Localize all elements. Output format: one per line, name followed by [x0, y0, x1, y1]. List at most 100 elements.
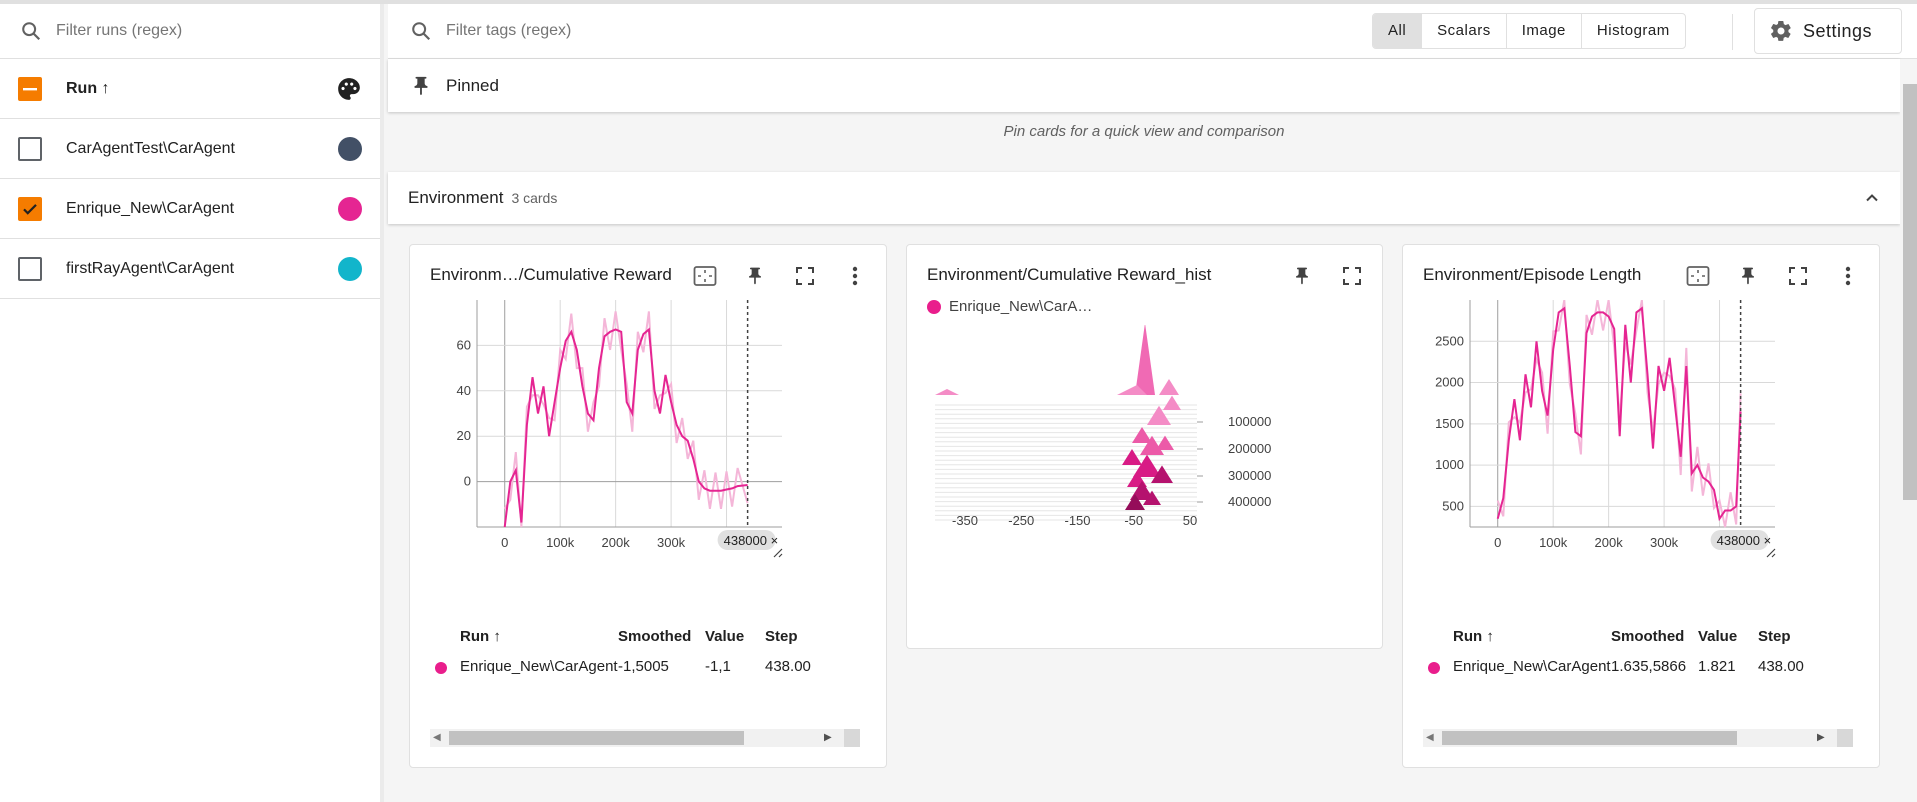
line-chart[interactable]: 0100k200k300k46040200438000 ×	[410, 300, 888, 620]
scroll-right-icon[interactable]: ▶	[1817, 732, 1825, 743]
group-card-count: 3 cards	[511, 190, 558, 206]
run-name: firstRayAgent\CarAgent	[66, 259, 235, 277]
fit-domain-button[interactable]	[680, 261, 730, 291]
group-title: Environment	[408, 188, 504, 207]
x-tick-label: 50	[1183, 513, 1197, 528]
pin-icon	[1296, 267, 1308, 285]
card-toolbar	[1673, 261, 1873, 291]
col-run[interactable]: Run ↑	[1453, 628, 1494, 645]
table-scrollbar[interactable]: ◀ ▶	[430, 729, 860, 747]
scroll-right-icon[interactable]: ▶	[824, 732, 832, 743]
pinned-title: Pinned	[446, 75, 499, 95]
scrollbar-thumb[interactable]	[1442, 731, 1737, 745]
resize-handle[interactable]	[844, 729, 860, 747]
y-tick-label: 1500	[1435, 416, 1464, 431]
y-tick-label: 60	[457, 337, 471, 352]
runs-table-header: Run ↑	[0, 59, 380, 119]
y-tick-label: 2000	[1435, 375, 1464, 390]
scrollbar-thumb[interactable]	[449, 731, 744, 745]
fullscreen-button[interactable]	[1327, 261, 1377, 291]
y-tick-label: 1000	[1435, 457, 1464, 472]
fit-to-domain-icon	[1686, 266, 1710, 286]
x-tick-label: 0	[1494, 535, 1501, 550]
card-toolbar	[680, 261, 880, 291]
step-chip-label: 438000 ×	[724, 533, 779, 548]
run-name: Enrique_New\CarAgent	[66, 199, 235, 217]
x-tick-label: 200k	[602, 535, 631, 550]
run-color-swatch[interactable]	[338, 256, 362, 281]
resize-handle	[1766, 548, 1776, 558]
resize-handle[interactable]	[1837, 729, 1853, 747]
histogram-peak	[1156, 435, 1174, 450]
raw-series-line	[503, 311, 749, 528]
run-row[interactable]: firstRayAgent\CarAgent	[0, 239, 380, 299]
group-header-environment[interactable]: Environment 3 cards	[388, 172, 1900, 224]
filter-scalars-button[interactable]: Scalars	[1421, 14, 1506, 48]
palette-icon[interactable]	[336, 76, 362, 102]
run-column-header[interactable]: Run ↑	[66, 80, 110, 98]
x-tick-label: 100k	[546, 535, 575, 550]
run-color-swatch[interactable]	[338, 196, 362, 221]
col-run[interactable]: Run ↑	[460, 628, 501, 645]
histogram-peak	[935, 389, 959, 395]
run-color-swatch[interactable]	[338, 136, 362, 161]
histogram-peak	[1135, 325, 1155, 395]
select-all-checkbox[interactable]	[18, 76, 42, 101]
pin-card-button[interactable]	[1277, 261, 1327, 291]
line-chart[interactable]: 0100k200k300k42500200015001000500438000 …	[1403, 300, 1881, 620]
more-vert-icon	[852, 266, 858, 286]
col-value: Value	[705, 628, 745, 645]
scroll-left-icon[interactable]: ◀	[433, 732, 441, 743]
cell-step: 438.00	[1758, 658, 1804, 675]
run-checkbox[interactable]	[18, 136, 42, 161]
filter-histogram-button[interactable]: Histogram	[1580, 14, 1685, 48]
scroll-left-icon[interactable]: ◀	[1426, 732, 1434, 743]
gear-icon	[1771, 21, 1791, 41]
histogram-chart[interactable]: -350 -250 -150 -50 50 100000 200000 300000 40000…	[907, 325, 1384, 645]
filter-all-button[interactable]: All	[1373, 14, 1422, 48]
tags-filter[interactable]: Filter tags (regex)	[410, 20, 571, 42]
chevron-up-icon[interactable]	[1862, 188, 1882, 208]
tags-filter-input[interactable]: Filter tags (regex)	[446, 22, 571, 40]
y-tick-label: 500	[1442, 498, 1464, 513]
pin-card-button[interactable]	[730, 261, 780, 291]
table-scrollbar[interactable]: ◀ ▶	[1423, 729, 1853, 747]
run-checkbox[interactable]	[18, 196, 42, 221]
card-title: Environm…/Cumulative Reward	[430, 265, 672, 284]
more-options-button[interactable]	[830, 261, 880, 291]
col-step: Step	[765, 628, 798, 645]
run-row[interactable]: CarAgentTest\CarAgent	[0, 119, 380, 179]
runs-filter[interactable]: Filter runs (regex)	[0, 4, 380, 59]
histogram-legend: Enrique_New\CarA…	[927, 298, 1092, 315]
pin-card-button[interactable]	[1723, 261, 1773, 291]
more-options-button[interactable]	[1823, 261, 1873, 291]
y-tick-label: 400000	[1228, 494, 1271, 509]
run-checkbox[interactable]	[18, 256, 42, 281]
card-toolbar	[1277, 261, 1377, 291]
pin-icon	[414, 76, 428, 95]
legend-label: Enrique_New\CarA…	[949, 298, 1093, 315]
cell-value: -1,1	[705, 658, 731, 675]
fullscreen-button[interactable]	[1773, 261, 1823, 291]
filter-image-button[interactable]: Image	[1505, 14, 1581, 48]
x-tick-label: 200k	[1595, 535, 1624, 550]
cell-smoothed: -1,5005	[618, 658, 669, 675]
page-scrollbar-thumb[interactable]	[1903, 84, 1917, 500]
x-tick-label: 300k	[1650, 535, 1679, 550]
run-row[interactable]: Enrique_New\CarAgent	[0, 179, 380, 239]
settings-button[interactable]: Settings	[1754, 8, 1902, 54]
scalar-card-cumulative-reward: Environm…/Cumulative Reward 0 100k 200k 300…	[409, 244, 887, 768]
x-tick-label: -50	[1124, 513, 1143, 528]
x-tick-label: -150	[1064, 513, 1090, 528]
fit-domain-button[interactable]	[1673, 261, 1723, 291]
histogram-peak	[1159, 379, 1179, 395]
col-smoothed: Smoothed	[1611, 628, 1685, 645]
runs-filter-input[interactable]: Filter runs (regex)	[56, 22, 182, 40]
fullscreen-button[interactable]	[780, 261, 830, 291]
y-tick-label: 20	[457, 428, 471, 443]
histogram-card-cumulative-reward: Environment/Cumulative Reward_hist Enriq…	[906, 244, 1383, 649]
series-dot	[435, 662, 447, 674]
x-tick-label: 0	[501, 535, 508, 550]
pin-icon	[1742, 267, 1754, 285]
more-vert-icon	[1845, 266, 1851, 286]
